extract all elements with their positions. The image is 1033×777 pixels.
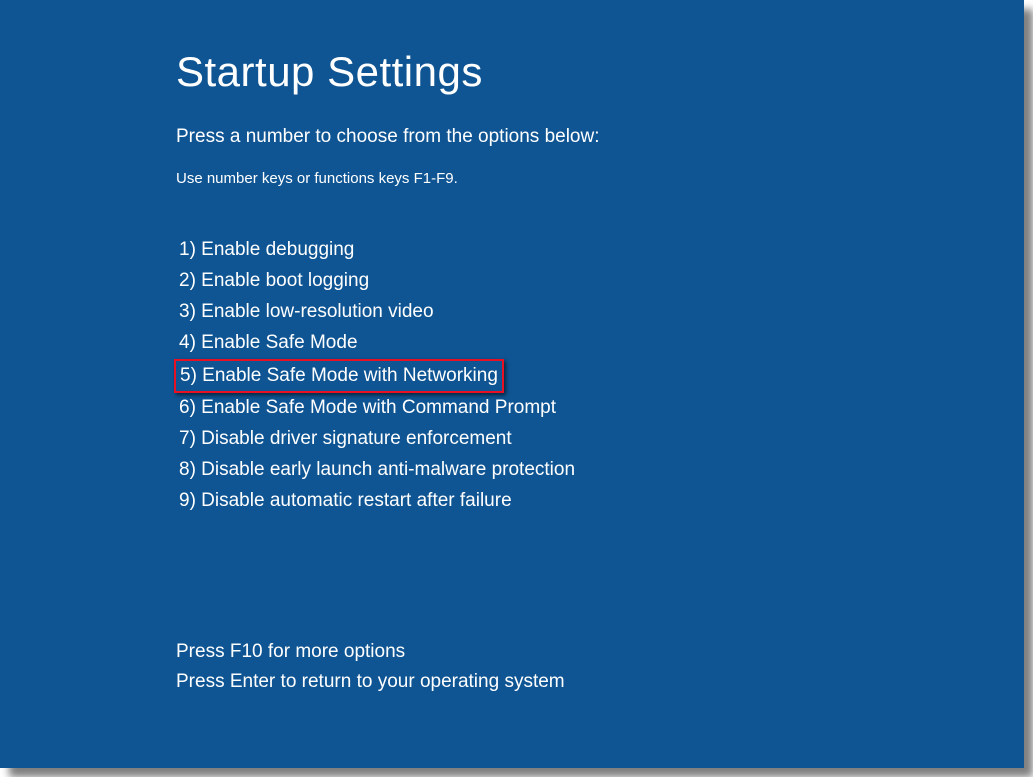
option-7-disable-driver-sig[interactable]: 7) Disable driver signature enforcement [176,424,515,454]
option-5-safe-mode-networking[interactable]: 5) Enable Safe Mode with Networking [174,359,504,393]
footer-more-options: Press F10 for more options [176,637,1024,667]
footer-return: Press Enter to return to your operating … [176,667,1024,697]
option-8-disable-elam[interactable]: 8) Disable early launch anti-malware pro… [176,455,578,485]
options-list: 1) Enable debugging 2) Enable boot loggi… [176,235,1024,517]
startup-settings-screen: Startup Settings Press a number to choos… [0,0,1024,768]
option-9-disable-auto-restart[interactable]: 9) Disable automatic restart after failu… [176,486,515,516]
subtitle-text: Press a number to choose from the option… [176,126,1024,148]
page-title: Startup Settings [176,48,1024,96]
option-2-boot-logging[interactable]: 2) Enable boot logging [176,266,372,296]
option-3-low-res-video[interactable]: 3) Enable low-resolution video [176,297,437,327]
option-6-safe-mode-cmd[interactable]: 6) Enable Safe Mode with Command Prompt [176,393,559,423]
option-4-safe-mode[interactable]: 4) Enable Safe Mode [176,328,361,358]
hint-text: Use number keys or functions keys F1-F9. [176,170,1024,187]
option-1-debugging[interactable]: 1) Enable debugging [176,235,357,265]
